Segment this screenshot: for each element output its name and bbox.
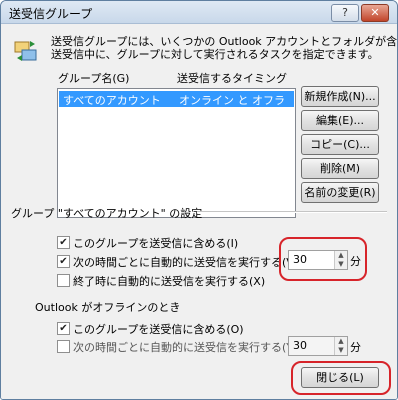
schedule-online-checkbox[interactable]: ✔ xyxy=(57,255,70,268)
dialog-title: 送受信グループ xyxy=(9,7,93,21)
list-item-name: すべてのアカウント xyxy=(63,94,161,107)
close-window-button[interactable]: ✕ xyxy=(361,4,389,22)
schedule-offline-label: 次の時間ごとに自動的に送受信を実行する(Y) xyxy=(73,341,298,354)
online-interval-spinner[interactable]: 30 ▲ ▼ xyxy=(288,250,348,270)
rename-group-button[interactable]: 名前の変更(R) xyxy=(301,182,379,203)
send-receive-icon xyxy=(14,41,37,61)
dialog-body: 送受信グループには、いくつかの Outlook アカウントとフォルダが含まれます… xyxy=(1,24,397,399)
edit-group-button[interactable]: 編集(E)... xyxy=(301,110,379,131)
description-line-2: 送受信中に、グループに対して実行されるタスクを指定できます。 xyxy=(51,48,379,61)
close-dialog-button[interactable]: 閉じる(L) xyxy=(301,367,379,388)
on-exit-checkbox[interactable] xyxy=(57,274,70,287)
schedule-offline-checkbox[interactable] xyxy=(57,340,70,353)
new-group-button[interactable]: 新規作成(N)... xyxy=(301,86,379,107)
delete-group-button[interactable]: 削除(M) xyxy=(301,158,379,179)
offline-interval-spinner[interactable]: 30 ▲ ▼ xyxy=(288,336,348,356)
spinner-arrows-icon[interactable]: ▲ ▼ xyxy=(334,337,347,355)
settings-divider xyxy=(197,211,387,213)
column-header-group-name: グループ名(G) xyxy=(58,72,130,85)
include-online-label: このグループを送受信に含める(I) xyxy=(73,237,239,250)
include-online-checkbox[interactable]: ✔ xyxy=(57,236,70,249)
list-item-timing: オンライン と オフライン xyxy=(179,94,285,123)
offline-interval-unit: 分 xyxy=(350,341,361,354)
on-exit-label: 終了時に自動的に送受信を実行する(X) xyxy=(73,275,266,288)
online-interval-value: 30 xyxy=(293,253,307,266)
spinner-arrows-icon[interactable]: ▲ ▼ xyxy=(334,251,347,269)
help-button[interactable]: ? xyxy=(331,4,359,22)
group-list[interactable]: すべてのアカウント オンライン と オフライン xyxy=(57,88,296,218)
column-header-timing: 送受信するタイミング xyxy=(177,72,287,85)
schedule-online-label: 次の時間ごとに自動的に送受信を実行する(V) xyxy=(73,256,299,269)
settings-heading: グループ "すべてのアカウント" の設定 xyxy=(11,207,203,220)
title-bar: 送受信グループ ? ✕ xyxy=(1,1,397,24)
list-item[interactable]: すべてのアカウント オンライン と オフライン xyxy=(59,91,294,123)
offline-heading: Outlook がオフラインのとき xyxy=(35,301,181,314)
include-offline-checkbox[interactable]: ✔ xyxy=(57,322,70,335)
copy-group-button[interactable]: コピー(C)... xyxy=(301,134,379,155)
online-interval-unit: 分 xyxy=(350,255,361,268)
offline-interval-value: 30 xyxy=(293,339,307,352)
include-offline-label: このグループを送受信に含める(O) xyxy=(73,323,244,336)
send-receive-groups-dialog: 送受信グループ ? ✕ 送受信グループには、いくつかの Outlook アカウン… xyxy=(0,0,398,400)
